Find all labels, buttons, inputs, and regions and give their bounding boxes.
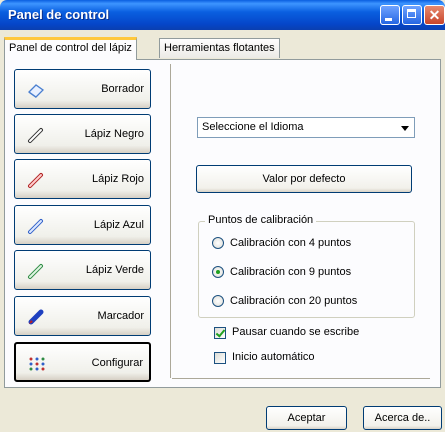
black-pen-label: Lápiz Negro (84, 128, 144, 140)
chevron-down-icon[interactable] (396, 119, 413, 136)
close-icon: ✕ (428, 7, 441, 23)
horizontal-divider (172, 378, 430, 379)
control-panel-window: Panel de control ✕ Panel de control del … (0, 0, 445, 432)
minimize-button[interactable] (380, 5, 400, 25)
tab-floating-tools[interactable]: Herramientas flotantes (159, 38, 280, 58)
about-button[interactable]: Acerca de.. (363, 406, 442, 430)
marker-button[interactable]: Marcador (14, 296, 151, 336)
calibration-4-label: Calibración con 4 puntos (230, 237, 352, 249)
about-label: Acerca de.. (374, 412, 431, 424)
eraser-icon (27, 84, 45, 98)
language-select-value: Seleccione el Idioma (202, 121, 304, 133)
black-pen-button[interactable]: Lápiz Negro (14, 114, 151, 154)
language-select[interactable]: Seleccione el Idioma (197, 117, 415, 138)
autostart-label: Inicio automático (232, 351, 315, 363)
calibration-20-label: Calibración con 20 puntos (230, 295, 358, 307)
red-pen-label: Lápiz Rojo (92, 173, 144, 185)
eraser-label: Borrador (101, 83, 144, 95)
default-values-button[interactable]: Valor por defecto (196, 165, 412, 193)
tab-label: Panel de control del lápiz (9, 42, 132, 54)
blue-pen-button[interactable]: Lápiz Azul (14, 205, 151, 245)
blue-pen-icon (28, 219, 43, 234)
tab-label: Herramientas flotantes (164, 42, 275, 54)
marker-icon (28, 309, 44, 325)
green-pen-label: Lápiz Verde (85, 264, 144, 276)
green-pen-button[interactable]: Lápiz Verde (14, 250, 151, 290)
marker-label: Marcador (97, 310, 144, 322)
default-values-label: Valor por defecto (262, 173, 346, 185)
maximize-button[interactable] (402, 5, 422, 25)
green-pen-icon (28, 264, 43, 279)
configure-button[interactable]: Configurar (14, 342, 151, 382)
calibration-20-radio[interactable] (212, 295, 224, 307)
calibration-9-radio[interactable] (212, 266, 224, 278)
black-pen-icon (28, 128, 43, 143)
pause-when-writing-checkbox[interactable] (214, 327, 226, 339)
title-bar[interactable]: Panel de control ✕ (0, 0, 445, 30)
pause-when-writing-label: Pausar cuando se escribe (232, 326, 360, 338)
calibration-9-label: Calibración con 9 puntos (230, 266, 352, 278)
window-title: Panel de control (8, 7, 110, 22)
blue-pen-label: Lápiz Azul (93, 219, 144, 231)
vertical-divider (170, 64, 171, 378)
red-pen-icon (28, 173, 43, 188)
close-button[interactable]: ✕ (424, 5, 445, 25)
autostart-checkbox[interactable] (214, 352, 226, 364)
eraser-button[interactable]: Borrador (14, 69, 151, 109)
calibration-legend: Puntos de calibración (205, 214, 317, 226)
configure-label: Configurar (91, 357, 143, 369)
accept-label: Aceptar (287, 412, 326, 424)
settings-dots-icon (29, 357, 45, 371)
red-pen-button[interactable]: Lápiz Rojo (14, 159, 151, 199)
calibration-4-radio[interactable] (212, 237, 224, 249)
tab-pen-control-panel[interactable]: Panel de control del lápiz (4, 37, 137, 60)
accept-button[interactable]: Aceptar (266, 406, 347, 430)
